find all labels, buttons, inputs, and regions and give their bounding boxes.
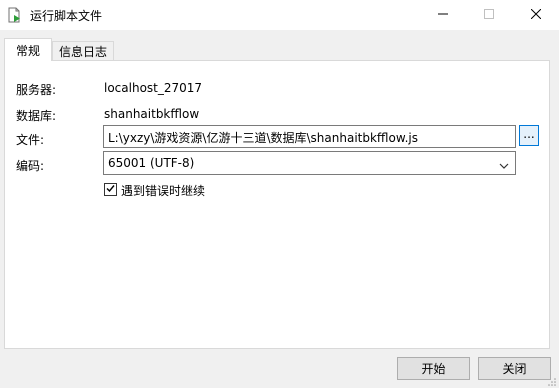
- maximize-button[interactable]: [466, 0, 512, 30]
- close-icon: [530, 8, 542, 22]
- minimize-button[interactable]: [420, 0, 466, 30]
- server-label: 服务器:: [16, 83, 57, 97]
- maximize-icon: [484, 8, 494, 22]
- continue-on-error-label[interactable]: 遇到错误时继续: [121, 182, 205, 199]
- continue-on-error-checkbox[interactable]: [104, 183, 117, 196]
- resize-grip-icon[interactable]: [547, 376, 557, 386]
- minimize-icon: [438, 8, 448, 22]
- script-run-icon: [7, 7, 23, 23]
- browse-button[interactable]: ...: [519, 125, 539, 146]
- tab-info-log[interactable]: 信息日志: [52, 41, 114, 61]
- encoding-label: 编码:: [16, 159, 45, 173]
- encoding-select[interactable]: 65001 (UTF-8): [103, 151, 516, 175]
- checkmark-icon: [105, 183, 116, 197]
- close-button[interactable]: 关闭: [478, 357, 551, 380]
- start-button[interactable]: 开始: [397, 357, 470, 380]
- tab-general[interactable]: 常规: [4, 38, 52, 61]
- database-value: shanhaitbkfflow: [104, 107, 200, 121]
- encoding-value: 65001 (UTF-8): [108, 156, 195, 170]
- close-window-button[interactable]: [513, 0, 559, 30]
- server-value: localhost_27017: [104, 81, 203, 95]
- database-label: 数据库:: [16, 109, 57, 123]
- window-title: 运行脚本文件: [30, 9, 103, 23]
- chevron-down-icon: [499, 159, 509, 169]
- tab-panel: [4, 60, 550, 349]
- title-bar: 运行脚本文件: [0, 0, 559, 30]
- file-path-input[interactable]: L:\yxzy\游戏资源\亿游十三道\数据库\shanhaitbkfflow.j…: [103, 125, 516, 148]
- file-label: 文件:: [16, 133, 45, 147]
